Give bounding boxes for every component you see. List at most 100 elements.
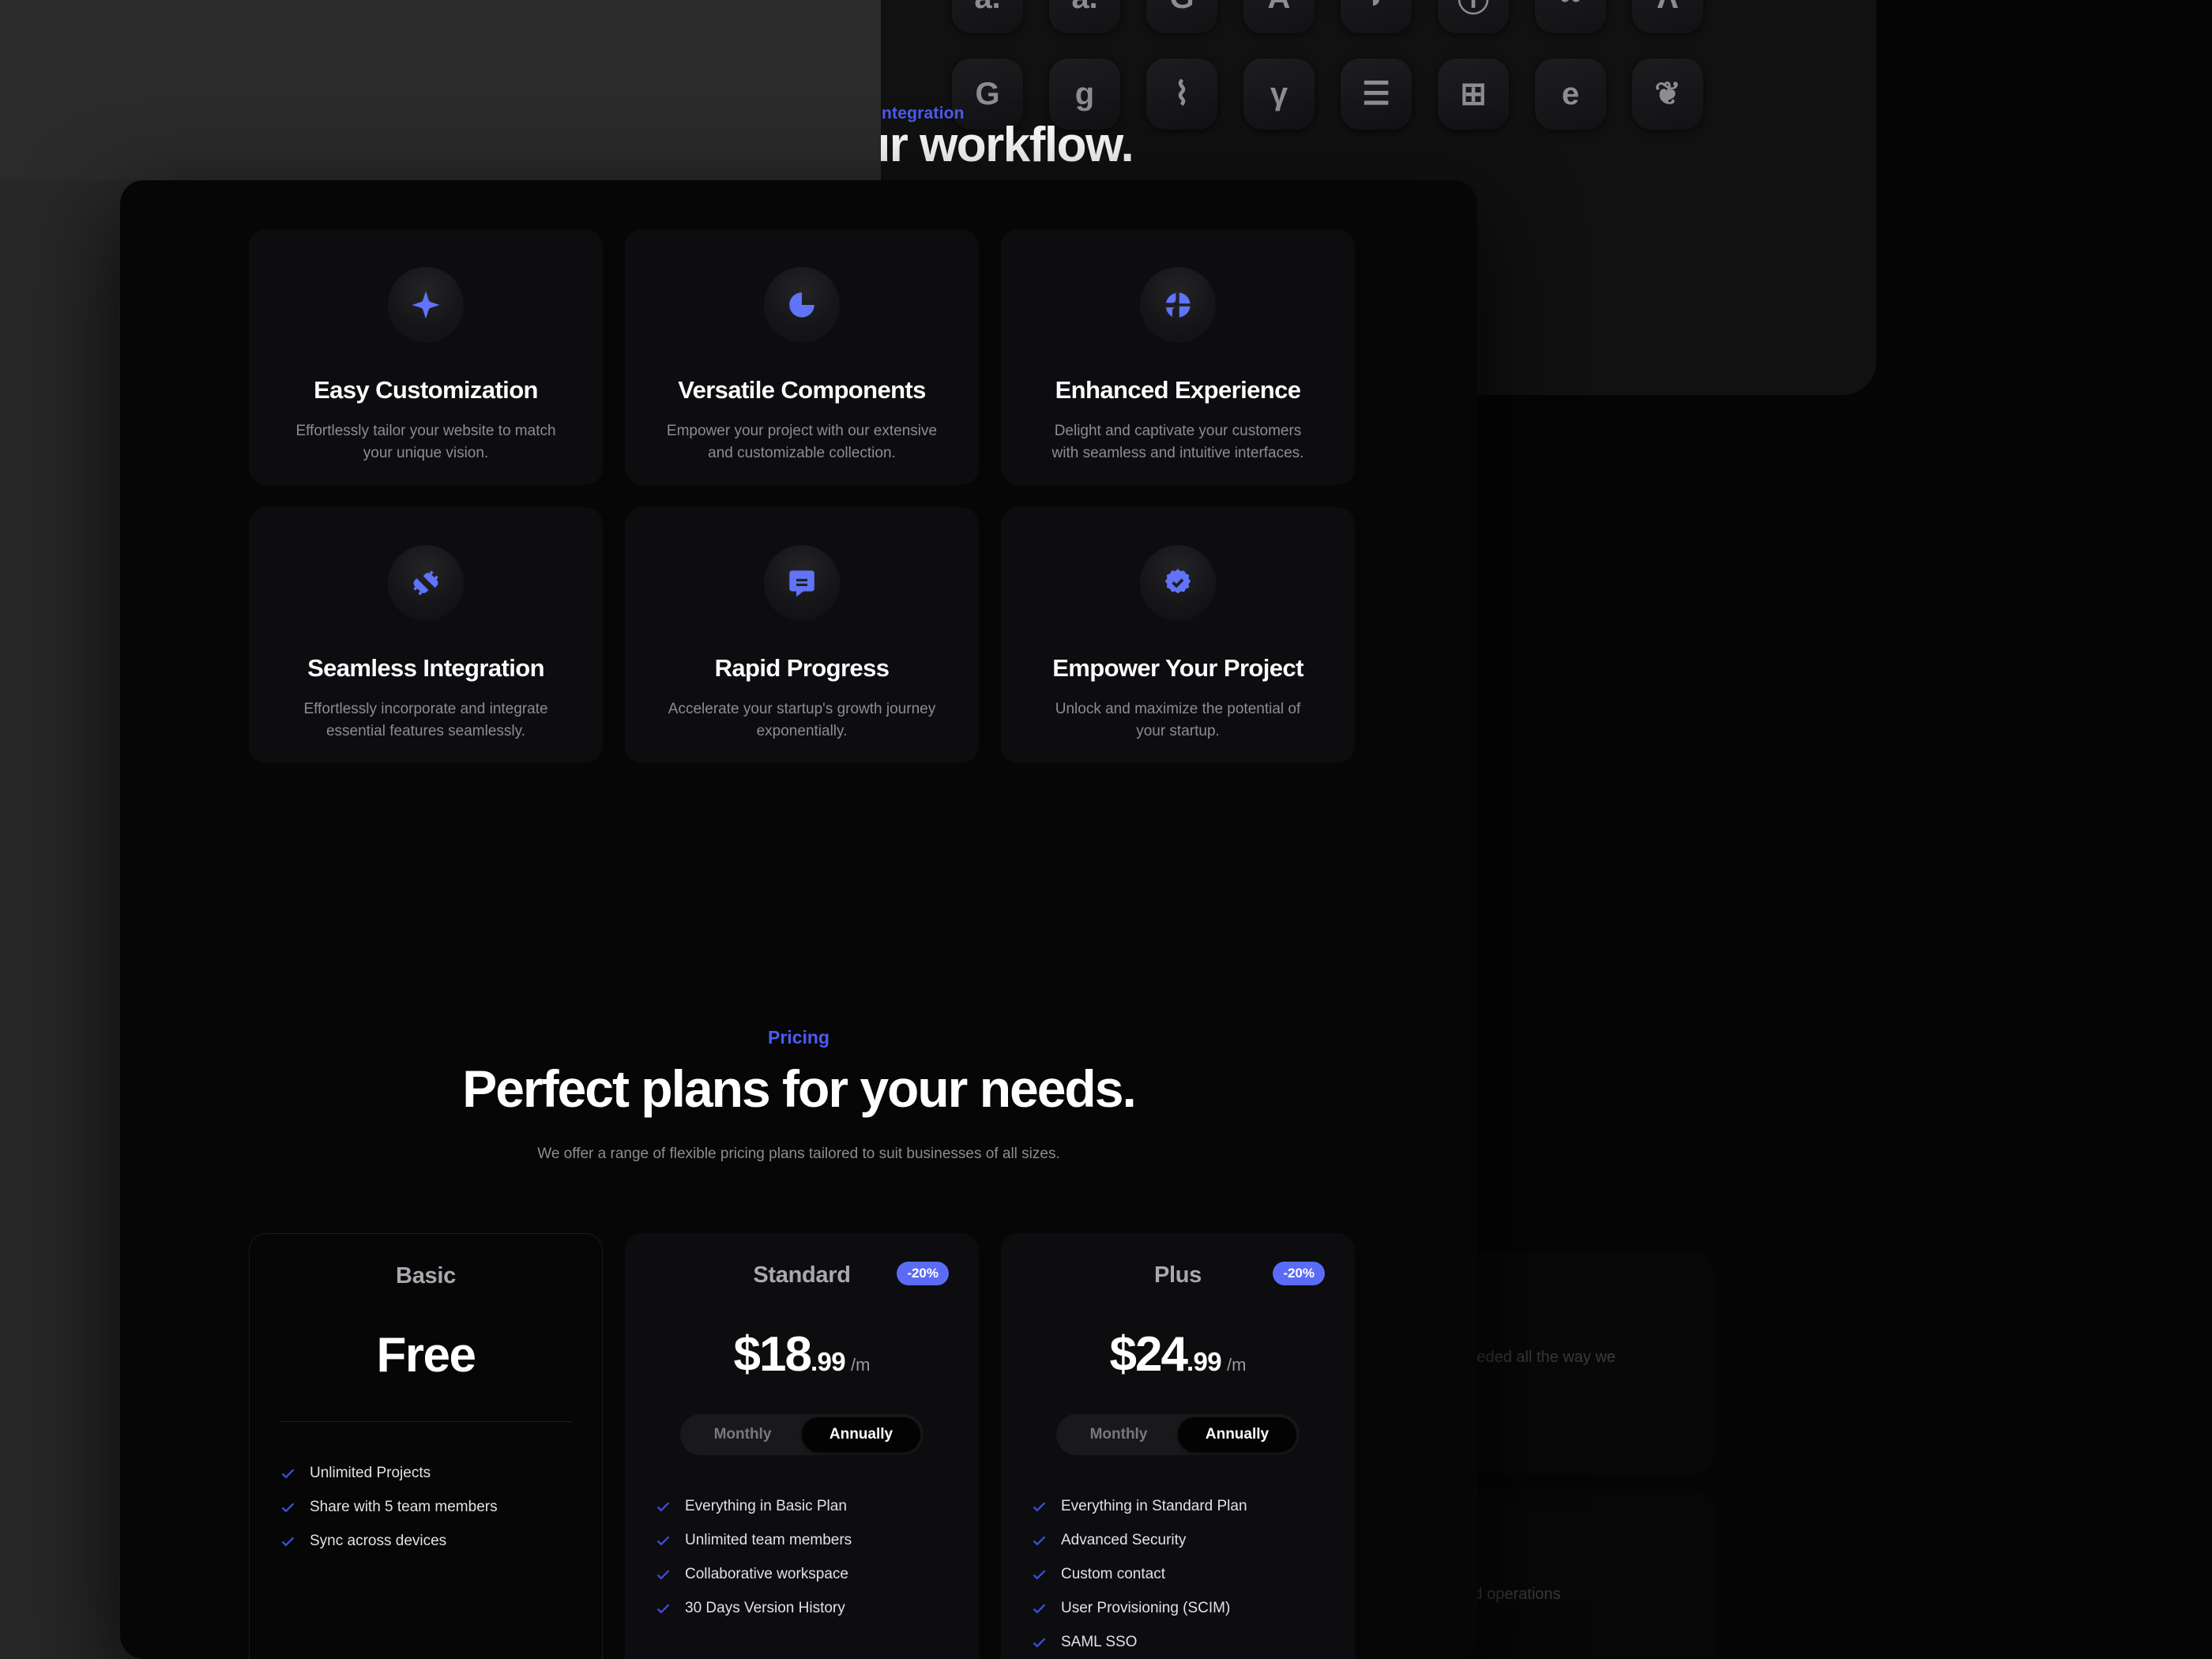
toggle-option-monthly[interactable]: Monthly [1059,1417,1178,1452]
plug-connect-icon [388,545,464,621]
foreground-panel: Easy Customization Effortlessly tailor yo… [120,180,1477,1659]
plan-feature-label: Share with 5 team members [310,1499,498,1515]
feature-title: Enhanced Experience [1055,376,1301,404]
asana-icon-2[interactable]: a. [1049,0,1120,33]
grammarly-icon[interactable]: G [1146,0,1217,33]
plan-feature-label: Custom contact [1061,1566,1165,1582]
intercom-box-icon[interactable]: ☰ [1341,58,1412,130]
plan-name: Basic [396,1262,456,1288]
plan-feature-item: Unlimited team members [655,1532,949,1549]
plan-price-period: /m [1227,1355,1247,1375]
pricing-plan-card: Basic Free Unlimited Projects Share with 5 … [249,1233,603,1659]
intercom-icon[interactable]: ◗ [1341,0,1412,33]
features-grid: Easy Customization Effortlessly tailor yo… [249,229,1355,763]
feature-description: Delight and captivate your customers wit… [1051,423,1304,462]
plan-feature-label: User Provisioning (SCIM) [1061,1600,1231,1616]
plan-price-period: /m [851,1355,871,1375]
plan-feature-item: Everything in Standard Plan [1031,1498,1325,1515]
verified-badge-icon [1140,545,1216,621]
feature-description: Unlock and maximize the potential of you… [1055,701,1301,740]
plan-feature-list: Everything in Standard Plan Advanced Secu… [1031,1498,1325,1651]
check-icon [1031,1635,1048,1651]
toggle-option-annually[interactable]: Annually [1178,1417,1296,1452]
plan-feature-list: Unlimited Projects Share with 5 team memb… [280,1465,572,1550]
dropbox-icon[interactable]: •• [1535,0,1606,33]
plan-price-cents: .99 [810,1347,846,1376]
plan-price-cents: .99 [1186,1347,1222,1376]
pricing-subheading: We offer a range of flexible pricing pla… [537,1146,1060,1162]
atlassian-icon[interactable]: A [1243,0,1315,33]
feature-card: Easy Customization Effortlessly tailor yo… [249,229,603,485]
plan-feature-label: Unlimited Projects [310,1465,431,1481]
check-icon [280,1465,296,1482]
toggle-option-monthly[interactable]: Monthly [683,1417,802,1452]
plan-price: $24.99/m [1031,1326,1325,1382]
evernote-e-icon[interactable]: e [1535,58,1606,130]
asana-icon[interactable]: a. [952,0,1023,33]
feature-card: Rapid Progress Accelerate your startup's … [625,507,979,763]
plan-feature-label: Advanced Security [1061,1532,1187,1548]
check-icon [655,1567,672,1583]
billing-period-toggle[interactable]: Monthly Annually [680,1414,924,1455]
check-icon [1031,1499,1048,1515]
check-icon [655,1499,672,1515]
plan-feature-item: Custom contact [1031,1566,1325,1583]
plan-feature-item: Unlimited Projects [280,1465,572,1482]
plan-feature-label: Everything in Standard Plan [1061,1498,1247,1514]
plan-price-amount: $18 [733,1327,812,1382]
feature-title: Versatile Components [678,376,926,404]
feature-description: Effortlessly incorporate and integrate e… [303,701,548,740]
microsoft-icon[interactable]: ⊞ [1438,58,1509,130]
plan-feature-label: Collaborative workspace [685,1566,848,1582]
plan-feature-item: Sync across devices [280,1533,572,1550]
plan-feature-item: Share with 5 team members [280,1499,572,1516]
feature-card: Enhanced Experience Delight and captivate… [1001,229,1355,485]
affinity-icon[interactable]: Λ [1632,0,1703,33]
hubspot-icon[interactable]: γ [1243,58,1315,130]
plan-feature-list: Everything in Basic Plan Unlimited team m… [655,1498,949,1617]
check-icon [280,1533,296,1550]
plan-feature-label: Unlimited team members [685,1532,852,1548]
plan-price-free: Free [376,1328,476,1382]
plan-feature-label: Everything in Basic Plan [685,1498,847,1514]
pie-chart-icon [764,267,840,343]
plan-divider [280,1421,572,1422]
check-icon [280,1499,296,1516]
toggle-option-annually[interactable]: Annually [802,1417,920,1452]
billing-period-toggle[interactable]: Monthly Annually [1056,1414,1300,1455]
plan-feature-item: Everything in Basic Plan [655,1498,949,1515]
sparkle-icon [388,267,464,343]
plan-header: Basic [280,1261,572,1291]
loom-icon[interactable]: Ⓘ [1438,0,1509,33]
plan-feature-label: Sync across devices [310,1533,447,1549]
desktop-backdrop [0,0,881,180]
evernote-elephant-icon[interactable]: ❦ [1632,58,1703,130]
feature-description: Effortlessly tailor your website to matc… [295,423,556,462]
feature-title: Empower Your Project [1052,654,1304,682]
feature-description: Empower your project with our extensive … [666,423,938,462]
check-icon [1031,1533,1048,1549]
feature-card: Empower Your Project Unlock and maximize … [1001,507,1355,763]
plan-feature-item: Advanced Security [1031,1532,1325,1549]
plan-feature-item: SAML SSO [1031,1634,1325,1651]
feature-title: Easy Customization [314,376,538,404]
framer-icon[interactable]: ⌇ [1146,58,1217,130]
plan-price: $18.99/m [655,1326,949,1382]
plan-price-amount: $24 [1109,1327,1188,1382]
feature-description: Accelerate your startup's growth journey… [668,701,936,740]
plan-name: Standard [753,1262,851,1288]
pricing-section-label: Pricing [768,1027,830,1048]
donut-chart-icon [1140,267,1216,343]
feature-title: Seamless Integration [307,654,544,682]
feature-card: Seamless Integration Effortlessly incorpo… [249,507,603,763]
plan-header: Standard -20% [655,1260,949,1290]
discount-badge: -20% [1273,1262,1325,1285]
plan-price: Free [280,1327,572,1383]
plan-name: Plus [1153,1262,1202,1288]
screenshot-root: a.a.GA◗Ⓘ••ΛGg⌇γ☰⊞e❦ Integration your wor… [0,0,2212,1659]
check-icon [1031,1567,1048,1583]
feature-title: Rapid Progress [714,654,890,682]
pricing-heading: Perfect plans for your needs. [462,1059,1137,1118]
plan-feature-item: Collaborative workspace [655,1566,949,1583]
plan-feature-item: 30 Days Version History [655,1600,949,1617]
